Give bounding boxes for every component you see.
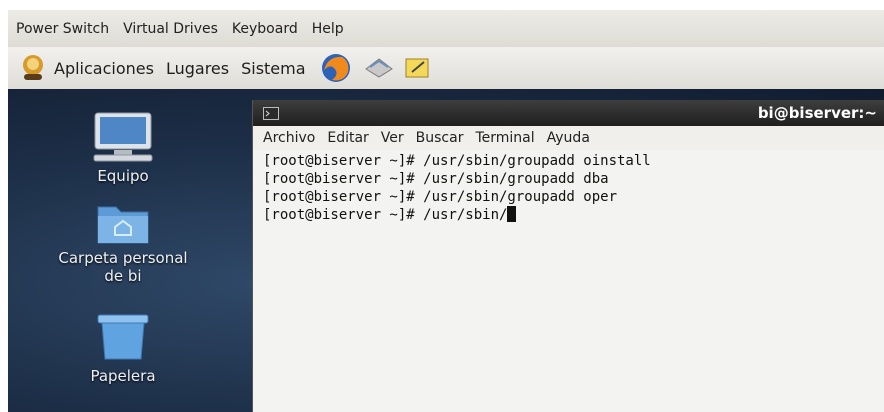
mail-icon[interactable] [364,55,394,81]
trash-icon [97,314,149,360]
terminal-menu-editar[interactable]: Editar [327,130,368,146]
text-cursor [507,206,517,222]
menu-aplicaciones[interactable]: Aplicaciones [54,59,154,78]
menu-keyboard[interactable]: Keyboard [232,21,298,37]
menu-lugares[interactable]: Lugares [166,59,229,78]
terminal-output[interactable]: [root@biserver ~]# /usr/sbin/groupadd oi… [253,150,884,226]
terminal-window[interactable]: bi@biserver:~ Archivo Editar Ver Buscar … [252,100,884,412]
firefox-icon[interactable] [320,52,352,84]
terminal-menu-terminal[interactable]: Terminal [475,130,534,146]
host-menubar: Power Switch Virtual Drives Keyboard Hel… [8,10,884,48]
terminal-line: [root@biserver ~]# /usr/sbin/groupadd db… [263,171,609,187]
terminal-menu-ver[interactable]: Ver [381,130,404,146]
desktop-icon-label: Papelera [90,367,156,385]
desktop-icon-label: Carpeta personal de bi [58,249,188,285]
notes-icon[interactable] [404,56,430,80]
menu-help[interactable]: Help [312,21,344,37]
terminal-titlebar[interactable]: bi@biserver:~ [253,100,884,126]
terminal-menu-archivo[interactable]: Archivo [263,130,315,146]
gnome-top-panel: Aplicaciones Lugares Sistema [8,47,884,90]
menu-sistema[interactable]: Sistema [241,59,305,78]
terminal-menubar: Archivo Editar Ver Buscar Terminal Ayuda [253,126,884,150]
desktop-icon-equipo[interactable]: Equipo [88,111,158,185]
menu-power-switch[interactable]: Power Switch [16,21,109,37]
terminal-title: bi@biserver:~ [757,104,877,122]
terminal-menu-buscar[interactable]: Buscar [416,130,464,146]
desktop-icon-label: Equipo [97,167,149,185]
gnome-foot-icon[interactable] [18,53,48,83]
desktop-icon-papelera[interactable]: Papelera [88,311,158,385]
terminal-line: [root@biserver ~]# /usr/sbin/groupadd oi… [263,153,651,169]
desktop-icon-carpeta-personal[interactable]: Carpeta personal de bi [38,201,208,285]
terminal-current-input: [root@biserver ~]# /usr/sbin/ [263,207,508,223]
home-folder-icon [97,206,149,244]
computer-icon [93,112,153,162]
terminal-menu-ayuda[interactable]: Ayuda [547,130,590,146]
menu-virtual-drives[interactable]: Virtual Drives [123,21,218,37]
terminal-line: [root@biserver ~]# /usr/sbin/groupadd op… [263,189,618,205]
terminal-icon [263,106,279,120]
terminal-prompt-line[interactable]: [root@biserver ~]# /usr/sbin/ [263,206,875,224]
